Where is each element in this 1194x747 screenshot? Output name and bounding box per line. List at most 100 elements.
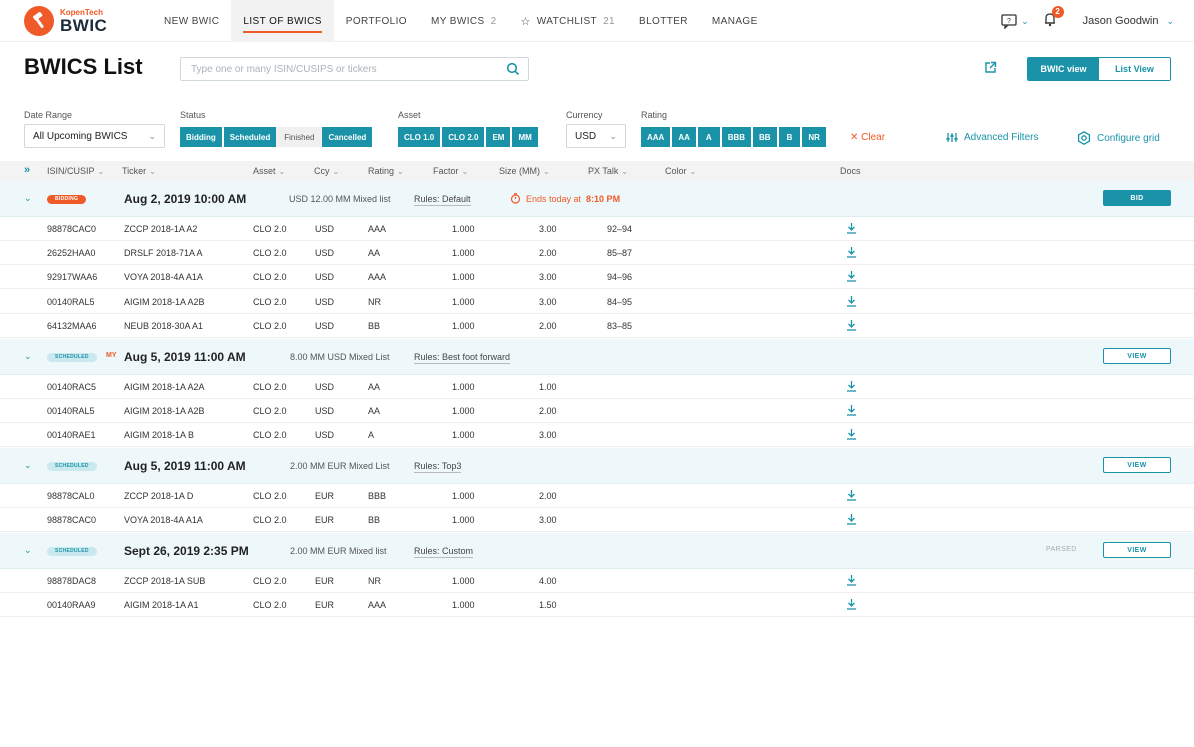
list-view-button[interactable]: List View (1099, 58, 1170, 80)
chevron-down-icon[interactable]: ⌄ (24, 545, 32, 556)
nav-blotter[interactable]: BLOTTER (627, 0, 700, 42)
search-input[interactable] (181, 58, 491, 80)
bwic-rules[interactable]: Rules: Default (414, 194, 471, 206)
asset-clo-2[interactable]: CLO 2.0 (442, 127, 485, 147)
table-row[interactable]: 64132MAA6 NEUB 2018-30A A1 CLO 2.0 USD BB 1.0… (0, 314, 1194, 338)
cell-ticker: VOYA 2018-4A A1A (124, 515, 203, 526)
advanced-filters-button[interactable]: Advanced Filters (946, 132, 1038, 143)
col-isin[interactable]: ISIN/CUSIP ⌄ (47, 166, 104, 176)
bwic-view-button[interactable]: BWIC view (1028, 58, 1099, 80)
help-menu[interactable]: ? ⌄ (1001, 13, 1029, 29)
bwic-size: USD 12.00 MM Mixed list (289, 194, 391, 204)
download-icon[interactable] (846, 319, 857, 333)
col-px-talk-label: PX Talk (588, 166, 619, 176)
bid-button[interactable]: BID (1103, 190, 1171, 206)
col-factor[interactable]: Factor ⌄ (433, 166, 468, 176)
nav-manage[interactable]: MANAGE (700, 0, 770, 42)
notifications-button[interactable]: 2 (1043, 6, 1064, 30)
view-button[interactable]: VIEW (1103, 542, 1171, 558)
col-size-label: Size (MM) (499, 166, 540, 176)
col-px-talk[interactable]: PX Talk ⌄ (588, 166, 628, 176)
bwic-rules[interactable]: Rules: Best foot forward (414, 352, 511, 364)
rating-bb[interactable]: BB (753, 127, 777, 147)
cell-asset: CLO 2.0 (253, 320, 287, 331)
cell-px-talk: 85–87 (607, 248, 633, 259)
table-header: » ISIN/CUSIP ⌄ Ticker ⌄ Asset ⌄ Ccy ⌄ Rating… (0, 161, 1194, 181)
download-icon[interactable] (846, 380, 857, 394)
bwic-group[interactable]: ⌄ SCHEDULED Sept 26, 2019 2:35 PM 2.00 M… (0, 533, 1194, 569)
expand-all-icon[interactable]: » (24, 164, 30, 176)
cell-size: 3.00 (539, 296, 557, 307)
download-icon[interactable] (846, 574, 857, 588)
download-icon[interactable] (846, 598, 857, 612)
table-row[interactable]: 92917WAA6 VOYA 2018-4A A1A CLO 2.0 USD AAA 1.… (0, 265, 1194, 290)
bwic-group[interactable]: ⌄ SCHEDULED MY Aug 5, 2019 11:00 AM 8.00… (0, 339, 1194, 375)
table-row[interactable]: 26252HAA0 DRSLF 2018-71A A CLO 2.0 USD AA 1.0… (0, 241, 1194, 266)
view-button[interactable]: VIEW (1103, 457, 1171, 473)
download-icon[interactable] (846, 404, 857, 418)
external-link-icon[interactable] (984, 61, 997, 74)
table-row[interactable]: 98878CAL0 ZCCP 2018-1A D CLO 2.0 EUR BBB 1.00… (0, 484, 1194, 508)
status-scheduled[interactable]: Scheduled (223, 127, 277, 147)
download-icon[interactable] (846, 295, 857, 309)
download-icon[interactable] (846, 428, 857, 442)
rating-bbb[interactable]: BBB (721, 127, 752, 147)
download-icon[interactable] (846, 513, 857, 527)
asset-mm[interactable]: MM (512, 127, 538, 147)
nav-portfolio[interactable]: PORTFOLIO (334, 0, 419, 42)
bwic-rules[interactable]: Rules: Top3 (414, 461, 462, 473)
table-row[interactable]: 00140RAL5 AIGIM 2018-1A A2B CLO 2.0 USD NR 1.… (0, 290, 1194, 314)
download-icon[interactable] (846, 489, 857, 503)
svg-text:?: ? (1007, 18, 1011, 25)
table-row[interactable]: 98878DAC8 ZCCP 2018-1A SUB CLO 2.0 EUR NR 1.0… (0, 569, 1194, 593)
table-row[interactable]: 00140RAC5 AIGIM 2018-1A A2A CLO 2.0 USD AA 1.… (0, 375, 1194, 399)
download-icon[interactable] (846, 246, 857, 260)
status-cancelled[interactable]: Cancelled (322, 127, 373, 147)
rating-aa[interactable]: AA (672, 127, 696, 147)
date-range-select[interactable]: All Upcoming BWICS ⌄ (24, 124, 165, 148)
search-icon[interactable] (506, 62, 520, 76)
col-asset[interactable]: Asset ⌄ (253, 166, 285, 176)
table-row[interactable]: 98878CAC0 VOYA 2018-4A A1A CLO 2.0 EUR BB 1.0… (0, 508, 1194, 533)
chevron-down-icon[interactable]: ⌄ (24, 460, 32, 471)
table-row[interactable]: 00140RAL5 AIGIM 2018-1A A2B CLO 2.0 USD AA 1.… (0, 399, 1194, 424)
timer-icon (510, 193, 521, 204)
nav-watchlist[interactable]: ☆ WATCHLIST 21 (509, 0, 627, 42)
currency-select[interactable]: USD ⌄ (566, 124, 626, 148)
user-menu[interactable]: Jason Goodwin ⌄ (1083, 15, 1174, 27)
col-size[interactable]: Size (MM) ⌄ (499, 166, 550, 176)
download-icon[interactable] (846, 270, 857, 284)
clear-filters-button[interactable]: ✕ Clear (850, 132, 885, 143)
bwic-group[interactable]: ⌄ SCHEDULED Aug 5, 2019 11:00 AM 2.00 MM… (0, 448, 1194, 484)
nav-my-bwics[interactable]: MY BWICS 2 (419, 0, 509, 42)
nav-new-bwic[interactable]: NEW BWIC (152, 0, 231, 42)
cell-isin: 00140RAL5 (47, 406, 95, 417)
col-color[interactable]: Color ⌄ (665, 166, 696, 176)
asset-clo-1[interactable]: CLO 1.0 (398, 127, 441, 147)
table-row[interactable]: 00140RAA9 AIGIM 2018-1A A1 CLO 2.0 EUR AAA 1.… (0, 593, 1194, 618)
col-ccy[interactable]: Ccy ⌄ (314, 166, 339, 176)
rating-nr[interactable]: NR (802, 127, 826, 147)
chevron-down-icon[interactable]: ⌄ (24, 351, 32, 362)
status-finished[interactable]: Finished (276, 127, 323, 147)
app-logo[interactable]: KopenTech BWIC (24, 4, 134, 38)
cell-rating: AAA (368, 224, 387, 234)
clear-label: Clear (861, 132, 886, 143)
download-icon[interactable] (846, 222, 857, 236)
col-rating[interactable]: Rating ⌄ (368, 166, 404, 176)
configure-grid-button[interactable]: Configure grid (1077, 131, 1160, 145)
table-row[interactable]: 00140RAE1 AIGIM 2018-1A B CLO 2.0 USD A 1.000… (0, 423, 1194, 448)
table-row[interactable]: 98878CAC0 ZCCP 2018-1A A2 CLO 2.0 USD AAA 1.0… (0, 217, 1194, 241)
bwic-group[interactable]: ⌄ BIDDING Aug 2, 2019 10:00 AM USD 12.00… (0, 181, 1194, 217)
col-ticker[interactable]: Ticker ⌄ (122, 166, 156, 176)
rating-b[interactable]: B (778, 127, 801, 147)
view-button[interactable]: VIEW (1103, 348, 1171, 364)
nav-list-of-bwics[interactable]: LIST OF BWICS (231, 0, 334, 42)
rating-a[interactable]: A (697, 127, 720, 147)
nav-watchlist-label: WATCHLIST (536, 15, 598, 27)
chevron-down-icon[interactable]: ⌄ (24, 193, 32, 204)
bwic-rules[interactable]: Rules: Custom (414, 546, 474, 558)
rating-aaa[interactable]: AAA (641, 127, 671, 147)
asset-em[interactable]: EM (486, 127, 511, 147)
status-bidding[interactable]: Bidding (180, 127, 222, 147)
